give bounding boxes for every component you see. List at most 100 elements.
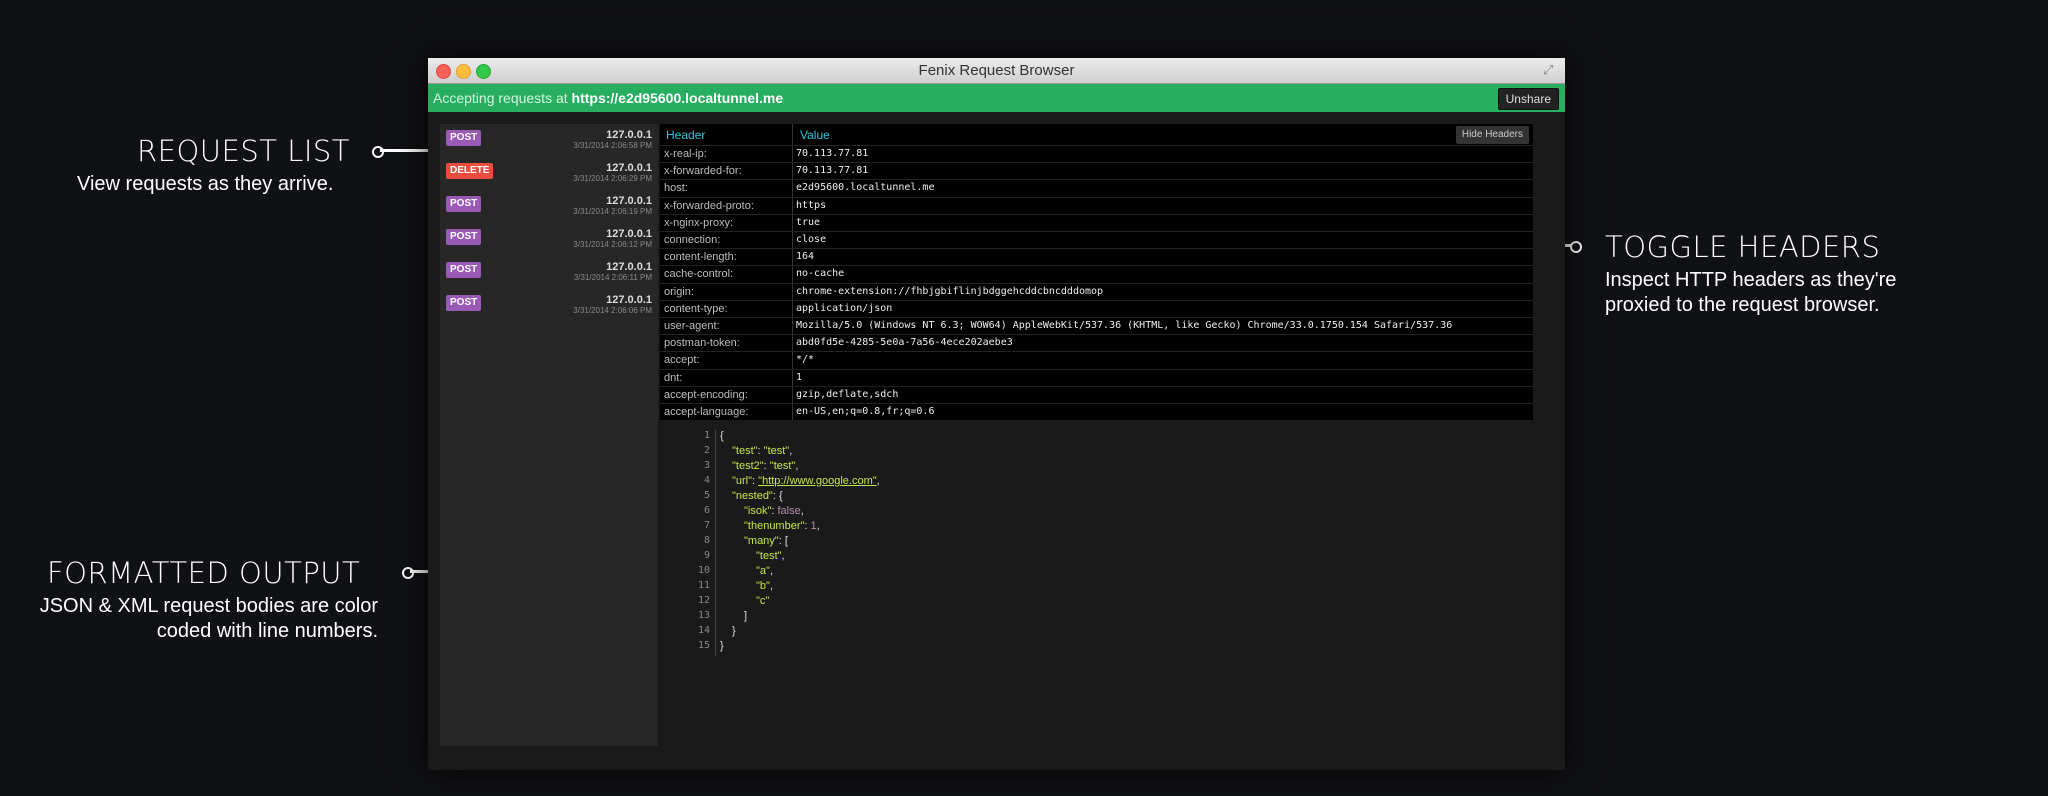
header-column-title: Header: [666, 128, 706, 142]
code-line: "test",: [756, 550, 785, 562]
request-ip: 127.0.0.1: [606, 228, 652, 240]
header-value: application/json: [796, 302, 893, 314]
header-value: en-US,en;q=0.8,fr;q=0.6: [796, 406, 935, 417]
method-badge: POST: [446, 130, 482, 146]
request-time: 3/31/2014 2:06:19 PM: [573, 207, 652, 216]
header-row: content-type: application/json: [660, 299, 1533, 318]
hide-headers-button[interactable]: Hide Headers: [1455, 126, 1529, 144]
share-url[interactable]: https://e2d95600.localtunnel.me: [572, 90, 784, 106]
expand-icon[interactable]: ⤢: [1543, 63, 1557, 77]
header-value: true: [796, 216, 821, 228]
header-value: gzip,deflate,sdch: [796, 388, 899, 400]
formatted-body: 1 2 3 4 5 6 7 8 9 10 11 12 13 14 15 { "test": "test", …: [660, 430, 1533, 730]
header-row: x-nginx-proxy: true: [660, 213, 1533, 232]
header-key: x-real-ip:: [664, 148, 707, 160]
header-key: x-forwarded-for:: [664, 165, 742, 178]
line-number: 1: [703, 430, 710, 441]
request-time: 3/31/2014 2:06:12 PM: [573, 240, 652, 249]
request-item[interactable]: POST 127.0.0.1 3/31/2014 2:06:58 PM: [440, 124, 658, 157]
app-window: Fenix Request Browser ⤢ Accepting reques…: [428, 58, 1565, 770]
header-key: origin:: [664, 285, 694, 298]
request-item[interactable]: POST 127.0.0.1 3/31/2014 2:06:12 PM: [440, 223, 658, 256]
request-item[interactable]: POST 127.0.0.1 3/31/2014 2:06:06 PM: [440, 289, 658, 322]
request-item[interactable]: POST 127.0.0.1 3/31/2014 2:06:19 PM: [440, 190, 658, 223]
header-key: accept-language:: [664, 406, 749, 418]
method-badge: POST: [446, 229, 482, 245]
header-key: cache-control:: [664, 268, 734, 281]
share-bar: Accepting requests at https://e2d95600.l…: [428, 84, 1565, 112]
request-ip: 127.0.0.1: [606, 261, 652, 273]
request-time: 3/31/2014 2:06:58 PM: [573, 141, 652, 150]
header-row: origin: chrome-extension://fhbjgbiflinjbd…: [660, 282, 1533, 301]
header-value: Mozilla/5.0 (Windows NT 6.3; WOW64) Appl…: [796, 320, 1453, 331]
code-line: "a",: [756, 565, 773, 577]
header-value: no-cache: [796, 268, 845, 280]
header-value: */*: [796, 354, 815, 366]
toggle-headers-desc-1: Inspect HTTP headers as they're: [1605, 269, 1897, 291]
header-key: x-forwarded-proto:: [664, 199, 754, 212]
request-list-dot: [372, 146, 384, 158]
formatted-output-desc-1: JSON & XML request bodies are color: [39, 595, 378, 617]
request-time: 3/31/2014 2:06:29 PM: [573, 174, 652, 183]
code-line: "thenumber": 1,: [744, 520, 820, 532]
formatted-output-dot: [402, 567, 414, 579]
header-value: 1: [796, 371, 803, 383]
header-value: close: [796, 234, 827, 245]
line-number: 13: [697, 610, 710, 621]
code-line: "many": [: [744, 535, 788, 547]
code-link[interactable]: "http://www.google.com": [758, 475, 876, 487]
method-badge: POST: [446, 262, 482, 278]
line-number: 8: [703, 535, 710, 546]
header-row: postman-token: abd0fd5e-4285-5e0a-7a56-4e…: [660, 334, 1533, 352]
code-line: "nested": {: [732, 490, 783, 502]
code-line: "url": "http://www.google.com",: [732, 475, 880, 487]
toggle-headers-dot: [1570, 241, 1582, 253]
header-value: abd0fd5e-4285-5e0a-7a56-4ece202aebe3: [796, 337, 1013, 349]
header-key: host:: [664, 182, 688, 195]
header-value: 70.113.77.81: [796, 148, 869, 159]
header-row: x-real-ip: 70.113.77.81: [660, 145, 1533, 163]
header-key: connection:: [664, 234, 721, 246]
header-value: https: [796, 199, 827, 211]
code-line: "test2": "test",: [732, 460, 799, 472]
header-key: postman-token:: [664, 337, 740, 350]
header-row: content-length: 164: [660, 248, 1533, 266]
header-value: e2d95600.localtunnel.me: [796, 182, 935, 194]
request-ip: 127.0.0.1: [606, 195, 652, 207]
request-time: 3/31/2014 2:06:11 PM: [573, 273, 652, 282]
line-number: 2: [703, 445, 710, 456]
request-time: 3/31/2014 2:06:06 PM: [573, 306, 652, 315]
headers-table: Header Value Hide Headers x-real-ip: 70.1…: [660, 124, 1533, 420]
request-ip: 127.0.0.1: [606, 162, 652, 174]
method-badge: POST: [446, 196, 482, 212]
header-key: accept-encoding:: [664, 388, 748, 401]
header-row: host: e2d95600.localtunnel.me: [660, 179, 1533, 197]
line-number: 5: [703, 490, 710, 501]
share-prefix: Accepting requests at: [433, 90, 572, 106]
window-title: Fenix Request Browser: [918, 62, 1075, 79]
request-list-title: REQUEST LIST: [137, 134, 351, 168]
header-value: 70.113.77.81: [796, 165, 869, 177]
header-row: connection: close: [660, 231, 1533, 249]
toggle-headers-title: TOGGLE HEADERS: [1605, 230, 1881, 264]
toggle-headers-desc-2: proxied to the request browser.: [1605, 294, 1880, 316]
request-list-desc: View requests as they arrive.: [77, 173, 334, 195]
header-value: chrome-extension://fhbjgbiflinjbdggehcdd…: [796, 285, 1104, 297]
request-item[interactable]: DELETE 127.0.0.1 3/31/2014 2:06:29 PM: [440, 157, 658, 190]
header-row: accept-language: en-US,en;q=0.8,fr;q=0.6: [660, 403, 1533, 421]
formatted-output-title: FORMATTED OUTPUT: [47, 556, 361, 590]
request-item[interactable]: POST 127.0.0.1 3/31/2014 2:06:11 PM: [440, 256, 658, 289]
header-key: dnt:: [664, 371, 683, 384]
header-row: accept-encoding: gzip,deflate,sdch: [660, 385, 1533, 404]
code-line: }: [720, 640, 724, 652]
line-number: 6: [703, 505, 710, 516]
line-number: 7: [703, 520, 710, 531]
code-line: "c": [756, 595, 770, 607]
unshare-button[interactable]: Unshare: [1497, 88, 1559, 110]
header-key: content-length:: [664, 251, 737, 264]
line-number: 11: [697, 580, 710, 591]
gutter-divider: [715, 430, 716, 656]
code-line: ]: [744, 610, 748, 622]
header-key: content-type:: [664, 302, 728, 315]
title-bar: Fenix Request Browser ⤢: [428, 58, 1565, 84]
